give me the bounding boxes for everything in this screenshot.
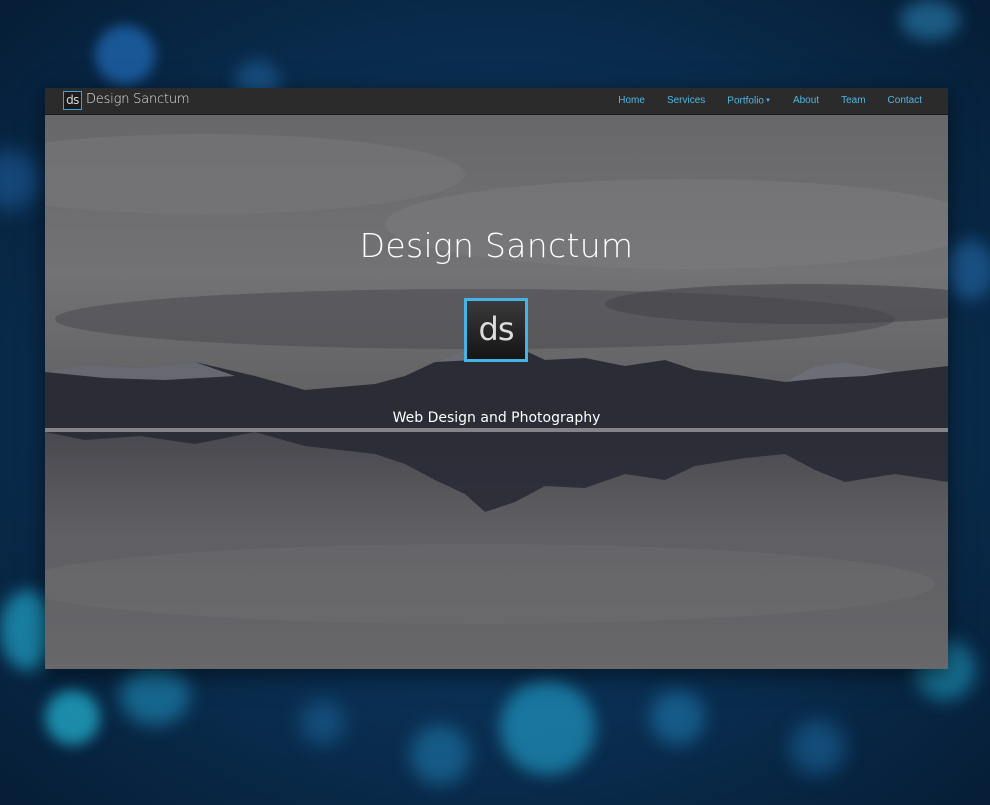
hero-section: Design Sanctum ds Web Design and Photogr…	[45, 114, 948, 669]
nav-link-portfolio[interactable]: Portfolio▼	[727, 88, 771, 114]
hero-logo: ds	[464, 298, 528, 362]
nav-link-about[interactable]: About	[793, 88, 819, 114]
nav-link-home[interactable]: Home	[618, 88, 645, 114]
caret-down-icon: ▼	[764, 98, 771, 104]
hero-title: Design Sanctum	[359, 226, 634, 265]
nav-links: Home Services Portfolio▼ About Team Cont…	[596, 88, 922, 114]
nav-link-contact[interactable]: Contact	[888, 88, 922, 114]
hero-overlay	[45, 114, 948, 669]
nav-link-services[interactable]: Services	[667, 88, 705, 114]
hero-tagline: Web Design and Photography	[392, 410, 601, 426]
website-window: ds Design Sanctum Home Services Portfoli…	[45, 88, 948, 669]
nav-link-portfolio-label: Portfolio	[727, 95, 764, 107]
nav-link-team[interactable]: Team	[841, 88, 865, 114]
brand-logo[interactable]: ds	[63, 91, 82, 110]
navbar: ds Design Sanctum Home Services Portfoli…	[45, 88, 948, 115]
brand-name[interactable]: Design Sanctum	[86, 92, 190, 107]
